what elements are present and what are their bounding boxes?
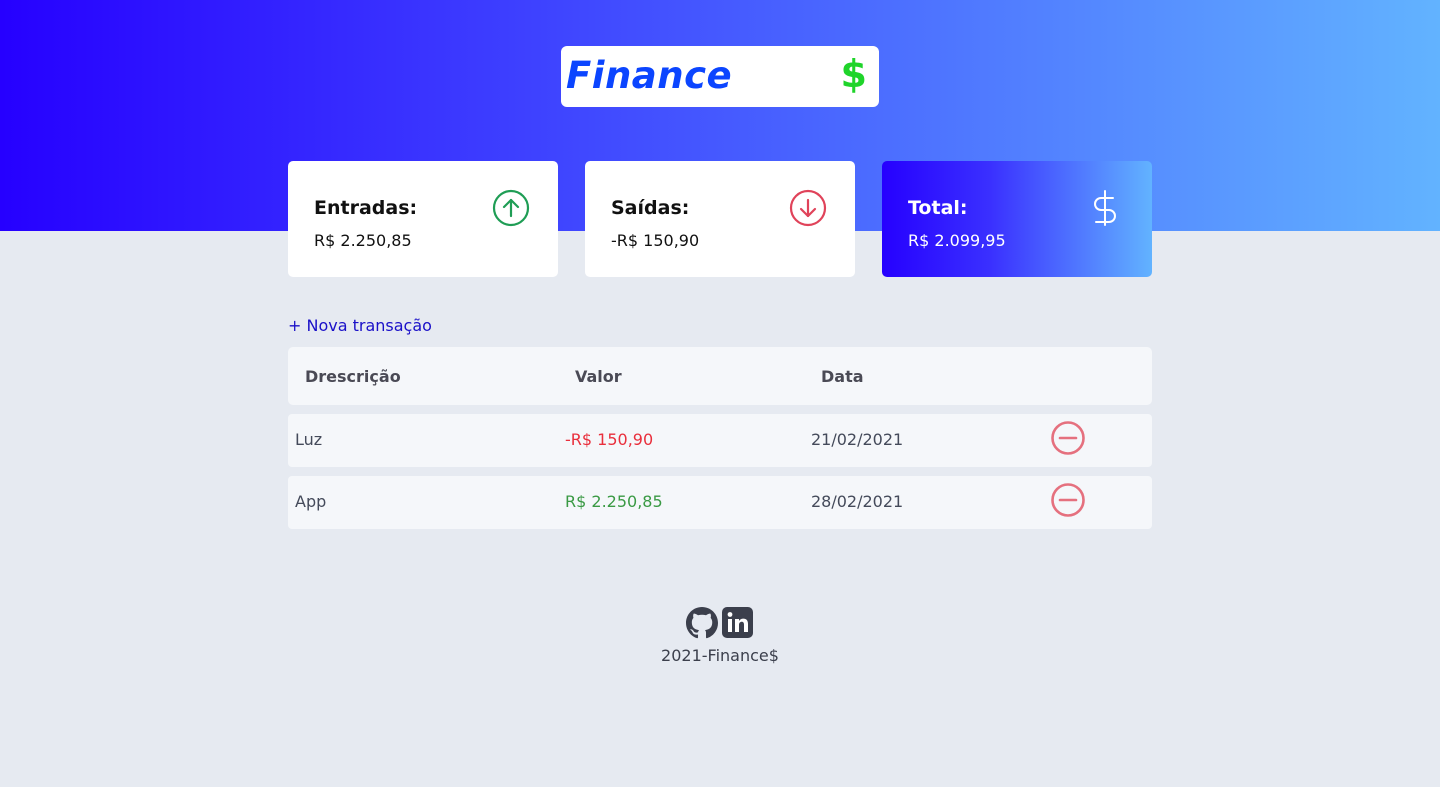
row-description: App (295, 492, 327, 511)
linkedin-icon[interactable] (722, 607, 753, 638)
row-description: Luz (295, 430, 323, 449)
logo-text: Finance (566, 54, 733, 97)
remove-transaction-icon[interactable] (1050, 420, 1086, 456)
remove-transaction-icon[interactable] (1050, 482, 1086, 518)
income-card-value: R$ 2.250,85 (314, 231, 412, 250)
table-header: Drescrição Valor Data (288, 347, 1152, 405)
column-header-description: Drescrição (305, 367, 401, 386)
new-transaction-link[interactable]: + Nova transação (288, 316, 432, 335)
row-date: 21/02/2021 (811, 430, 904, 449)
column-header-amount: Valor (575, 367, 622, 386)
row-amount: -R$ 150,90 (565, 430, 654, 449)
dollar-sign-icon (1094, 190, 1116, 226)
total-card-value: R$ 2.099,95 (908, 231, 1006, 250)
expense-card-value: -R$ 150,90 (611, 231, 700, 250)
income-card-title: Entradas: (314, 197, 418, 219)
total-card: Total: R$ 2.099,95 (882, 161, 1152, 277)
footer-social-links (686, 606, 756, 639)
column-header-date: Data (821, 367, 864, 386)
logo-symbol: $ (840, 52, 867, 96)
expense-card-title: Saídas: (611, 197, 690, 219)
expense-card: Saídas: -R$ 150,90 (585, 161, 855, 277)
total-card-title: Total: (908, 197, 968, 219)
table-row: App R$ 2.250,85 28/02/2021 (288, 476, 1152, 529)
arrow-down-circle-icon (789, 189, 827, 227)
table-row: Luz -R$ 150,90 21/02/2021 (288, 414, 1152, 467)
income-card: Entradas: R$ 2.250,85 (288, 161, 558, 277)
row-amount: R$ 2.250,85 (565, 492, 663, 511)
row-date: 28/02/2021 (811, 492, 904, 511)
footer-copyright: 2021-Finance$ (661, 646, 779, 665)
logo: Finance $ (561, 46, 879, 107)
github-icon[interactable] (686, 607, 718, 639)
arrow-up-circle-icon (492, 189, 530, 227)
